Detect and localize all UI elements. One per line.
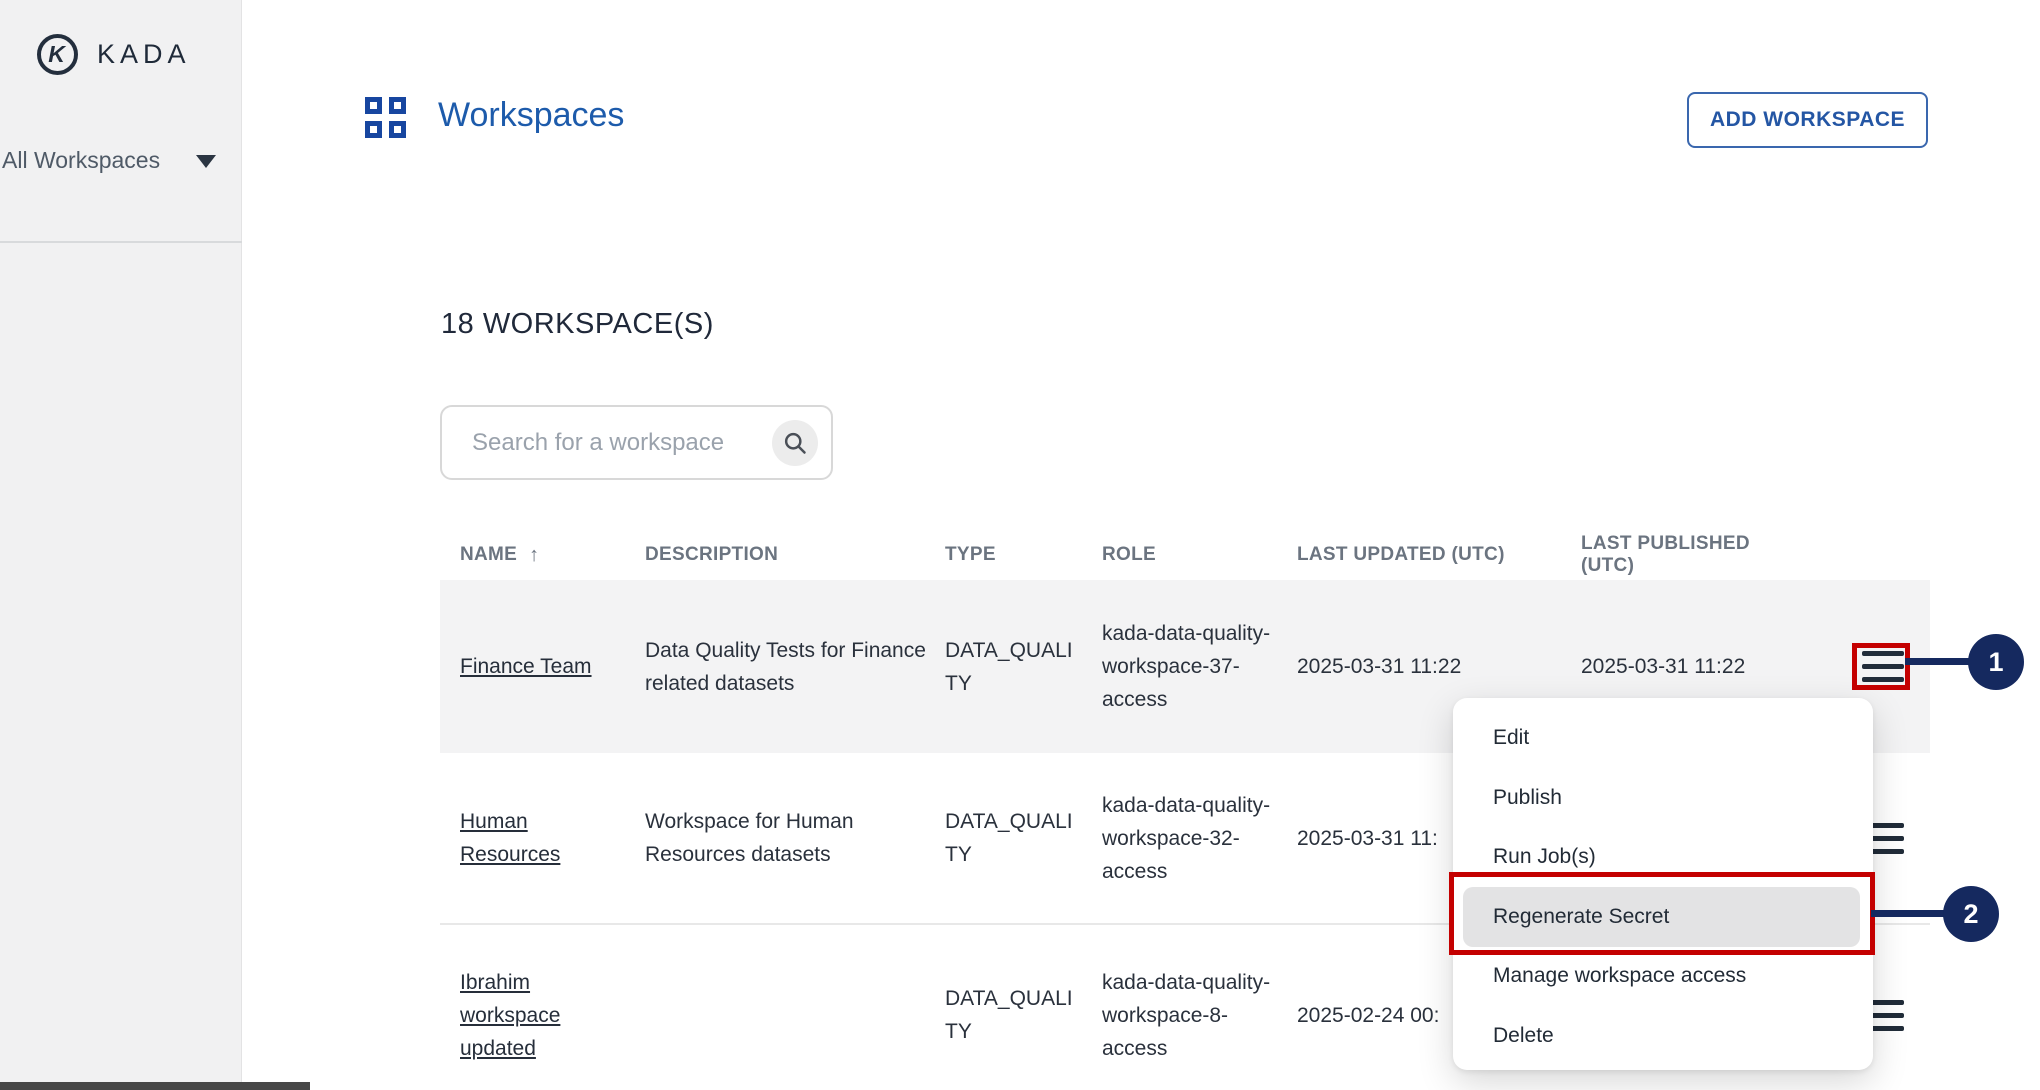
column-header-type: TYPE [945, 530, 1102, 580]
menu-item-manage-workspace-access[interactable]: Manage workspace access [1453, 947, 1873, 1007]
menu-item-publish[interactable]: Publish [1453, 768, 1873, 828]
menu-item-delete[interactable]: Delete [1453, 1006, 1873, 1066]
workspace-filter-dropdown[interactable]: All Workspaces [2, 147, 160, 174]
sidebar: K KADA All Workspaces [0, 0, 242, 1090]
workspaces-grid-icon [365, 97, 406, 138]
workspace-name-cell: Ibrahim workspace updated [440, 966, 645, 1065]
workspace-name-cell: Finance Team [440, 650, 645, 683]
sort-ascending-icon[interactable]: ↑ [529, 544, 539, 567]
kada-logo-icon: K [37, 34, 78, 75]
type-cell: DATA_QUALITY [945, 634, 1102, 700]
annotation-connector-1 [1905, 658, 1971, 665]
type-cell: DATA_QUALITY [945, 805, 1102, 871]
menu-item-edit[interactable]: Edit [1453, 709, 1873, 769]
kada-logo-letter: K [48, 41, 65, 68]
annotation-callout-1: 1 [1968, 634, 2024, 690]
app-logo: K KADA [37, 34, 191, 75]
annotation-connector-2 [1871, 910, 1947, 917]
role-cell: kada-data-quality-workspace-37-access [1102, 617, 1297, 716]
annotation-box-actions-icon [1852, 643, 1910, 690]
sidebar-divider [0, 241, 242, 243]
column-header-role: ROLE [1102, 530, 1297, 580]
search-input[interactable] [472, 407, 762, 478]
column-header-actions [1800, 530, 1930, 580]
last-updated-cell: 2025-03-31 11:22 [1297, 650, 1581, 683]
annotation-callout-2: 2 [1943, 886, 1999, 942]
workspaces-page: K KADA All Workspaces Workspaces ADD WOR… [0, 0, 2040, 1090]
add-workspace-button[interactable]: ADD WORKSPACE [1687, 92, 1928, 148]
last-published-cell: 2025-03-31 11:22 [1581, 650, 1800, 683]
workspace-link[interactable]: Finance Team [460, 655, 592, 678]
role-cell: kada-data-quality-workspace-32-access [1102, 789, 1297, 888]
description-cell: Data Quality Tests for Finance related d… [645, 634, 945, 700]
workspace-name-cell: Human Resources [440, 805, 645, 871]
page-title: Workspaces [438, 96, 624, 135]
column-header-last-published: LAST PUBLISHED (UTC) [1581, 530, 1800, 580]
table-header-row: NAME ↑ DESCRIPTION TYPE ROLE LAST UPDATE… [440, 530, 1930, 580]
search-button[interactable] [772, 420, 818, 466]
column-header-last-updated: LAST UPDATED (UTC) [1297, 530, 1581, 580]
role-cell: kada-data-quality-workspace-8-access [1102, 966, 1297, 1065]
chevron-down-icon[interactable] [196, 155, 216, 168]
workspace-count: 18 WORKSPACE(S) [441, 308, 714, 341]
window-bottom-edge [0, 1082, 310, 1090]
workspace-search [440, 405, 833, 480]
workspace-link[interactable]: Human Resources [460, 810, 560, 866]
workspace-link[interactable]: Ibrahim workspace updated [460, 971, 560, 1060]
column-header-name[interactable]: NAME ↑ [440, 530, 645, 580]
annotation-box-regenerate-secret [1449, 872, 1875, 955]
description-cell: Workspace for Human Resources datasets [645, 805, 945, 871]
column-header-description: DESCRIPTION [645, 530, 945, 580]
search-icon [782, 430, 809, 457]
brand-name: KADA [97, 39, 191, 70]
type-cell: DATA_QUALITY [945, 982, 1102, 1048]
